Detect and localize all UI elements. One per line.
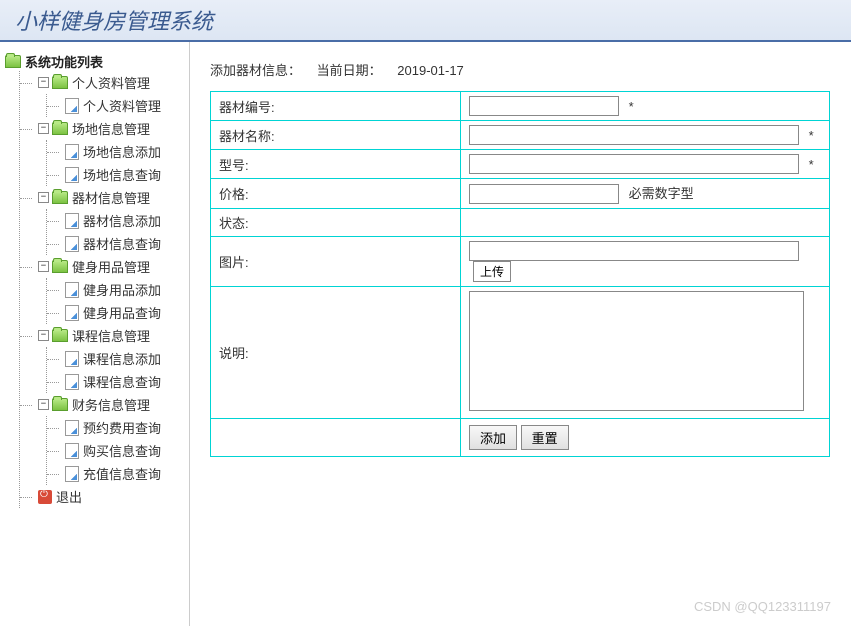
form-table: 器材编号: * 器材名称: * 型号: * [210, 91, 830, 457]
tree-group-label: 器材信息管理 [72, 188, 150, 207]
tree-leaf-label: 购买信息查询 [83, 441, 161, 460]
tree-leaf-1-1[interactable]: 场地信息查询 [47, 163, 184, 186]
page-icon [65, 351, 79, 367]
page-icon [65, 144, 79, 160]
tree-leaf-label: 健身用品添加 [83, 280, 161, 299]
tree-group-label: 健身用品管理 [72, 257, 150, 276]
info-line: 添加器材信息： 当前日期： 2019-01-17 [210, 60, 851, 79]
tree-leaf-label: 课程信息查询 [83, 372, 161, 391]
input-price[interactable] [469, 184, 619, 204]
reset-button[interactable]: 重置 [521, 425, 569, 450]
folder-open-icon [52, 191, 68, 204]
main-content: 添加器材信息： 当前日期： 2019-01-17 器材编号: * 器材名称: * [190, 42, 851, 626]
tree-leaf-label: 健身用品查询 [83, 303, 161, 322]
tree-leaf-5-0[interactable]: 预约费用查询 [47, 416, 184, 439]
tree-group-3[interactable]: − 健身用品管理 [20, 255, 184, 278]
tree-group-label: 场地信息管理 [72, 119, 150, 138]
tree-leaf-5-2[interactable]: 充值信息查询 [47, 462, 184, 485]
tree-leaf-4-1[interactable]: 课程信息查询 [47, 370, 184, 393]
tree-leaf-5-1[interactable]: 购买信息查询 [47, 439, 184, 462]
label-model: 型号: [211, 150, 461, 179]
textarea-desc[interactable] [469, 291, 804, 411]
folder-open-icon [52, 398, 68, 411]
tree-root[interactable]: 系统功能列表 [5, 52, 184, 71]
page-icon [65, 466, 79, 482]
expand-icon[interactable]: − [38, 261, 49, 272]
page-icon [65, 420, 79, 436]
folder-open-icon [52, 76, 68, 89]
tree-leaf-label: 场地信息添加 [83, 142, 161, 161]
hint-equip-name: * [809, 128, 814, 143]
page-icon [65, 236, 79, 252]
tree-group-label: 课程信息管理 [72, 326, 150, 345]
page-icon [65, 213, 79, 229]
hint-price: 必需数字型 [629, 186, 694, 201]
hint-model: * [809, 157, 814, 172]
label-price: 价格: [211, 179, 461, 209]
page-icon [65, 98, 79, 114]
tree-leaf-label: 场地信息查询 [83, 165, 161, 184]
tree-group-label: 财务信息管理 [72, 395, 150, 414]
info-prefix: 添加器材信息： [210, 63, 301, 78]
tree-group-2[interactable]: − 器材信息管理 [20, 186, 184, 209]
tree-leaf-label: 课程信息添加 [83, 349, 161, 368]
label-equip-name: 器材名称: [211, 121, 461, 150]
header: 小样健身房管理系统 [0, 0, 851, 42]
tree-leaf-4-0[interactable]: 课程信息添加 [47, 347, 184, 370]
tree-group-0[interactable]: − 个人资料管理 [20, 71, 184, 94]
tree-leaf-3-0[interactable]: 健身用品添加 [47, 278, 184, 301]
page-icon [65, 282, 79, 298]
tree-leaf-3-1[interactable]: 健身用品查询 [47, 301, 184, 324]
input-model[interactable] [469, 154, 799, 174]
tree-exit[interactable]: 退出 [20, 485, 184, 508]
tree-exit-label: 退出 [56, 487, 82, 506]
tree-leaf-1-0[interactable]: 场地信息添加 [47, 140, 184, 163]
page-icon [65, 305, 79, 321]
tree-group-4[interactable]: − 课程信息管理 [20, 324, 184, 347]
date-value: 2019-01-17 [397, 63, 464, 78]
tree-leaf-label: 器材信息添加 [83, 211, 161, 230]
tree-group-1[interactable]: − 场地信息管理 [20, 117, 184, 140]
upload-button[interactable]: 上传 [473, 261, 511, 282]
expand-icon[interactable]: − [38, 192, 49, 203]
folder-open-icon [5, 55, 21, 68]
exit-icon [38, 490, 52, 504]
folder-open-icon [52, 329, 68, 342]
input-image[interactable] [469, 241, 799, 261]
tree-leaf-label: 器材信息查询 [83, 234, 161, 253]
tree-leaf-label: 预约费用查询 [83, 418, 161, 437]
label-status: 状态: [211, 208, 461, 236]
page-title: 小样健身房管理系统 [15, 4, 213, 36]
sidebar: 系统功能列表 −个人资料管理个人资料管理−场地信息管理场地信息添加场地信息查询−… [0, 42, 190, 626]
input-equip-no[interactable] [469, 96, 619, 116]
tree-root-label: 系统功能列表 [25, 52, 103, 71]
label-image: 图片: [211, 236, 461, 286]
add-button[interactable]: 添加 [469, 425, 517, 450]
label-equip-no: 器材编号: [211, 92, 461, 121]
watermark: CSDN @QQ123311197 [694, 599, 831, 614]
folder-open-icon [52, 260, 68, 273]
tree-group-5[interactable]: − 财务信息管理 [20, 393, 184, 416]
tree-group-label: 个人资料管理 [72, 73, 150, 92]
hint-equip-no: * [629, 99, 634, 114]
tree-leaf-0-0[interactable]: 个人资料管理 [47, 94, 184, 117]
tree-leaf-label: 充值信息查询 [83, 464, 161, 483]
folder-open-icon [52, 122, 68, 135]
tree-leaf-label: 个人资料管理 [83, 96, 161, 115]
page-icon [65, 167, 79, 183]
input-equip-name[interactable] [469, 125, 799, 145]
tree-leaf-2-0[interactable]: 器材信息添加 [47, 209, 184, 232]
page-icon [65, 443, 79, 459]
expand-icon[interactable]: − [38, 399, 49, 410]
expand-icon[interactable]: − [38, 77, 49, 88]
date-label: 当前日期： [317, 63, 382, 78]
tree-leaf-2-1[interactable]: 器材信息查询 [47, 232, 184, 255]
label-desc: 说明: [211, 286, 461, 418]
page-icon [65, 374, 79, 390]
expand-icon[interactable]: − [38, 330, 49, 341]
expand-icon[interactable]: − [38, 123, 49, 134]
